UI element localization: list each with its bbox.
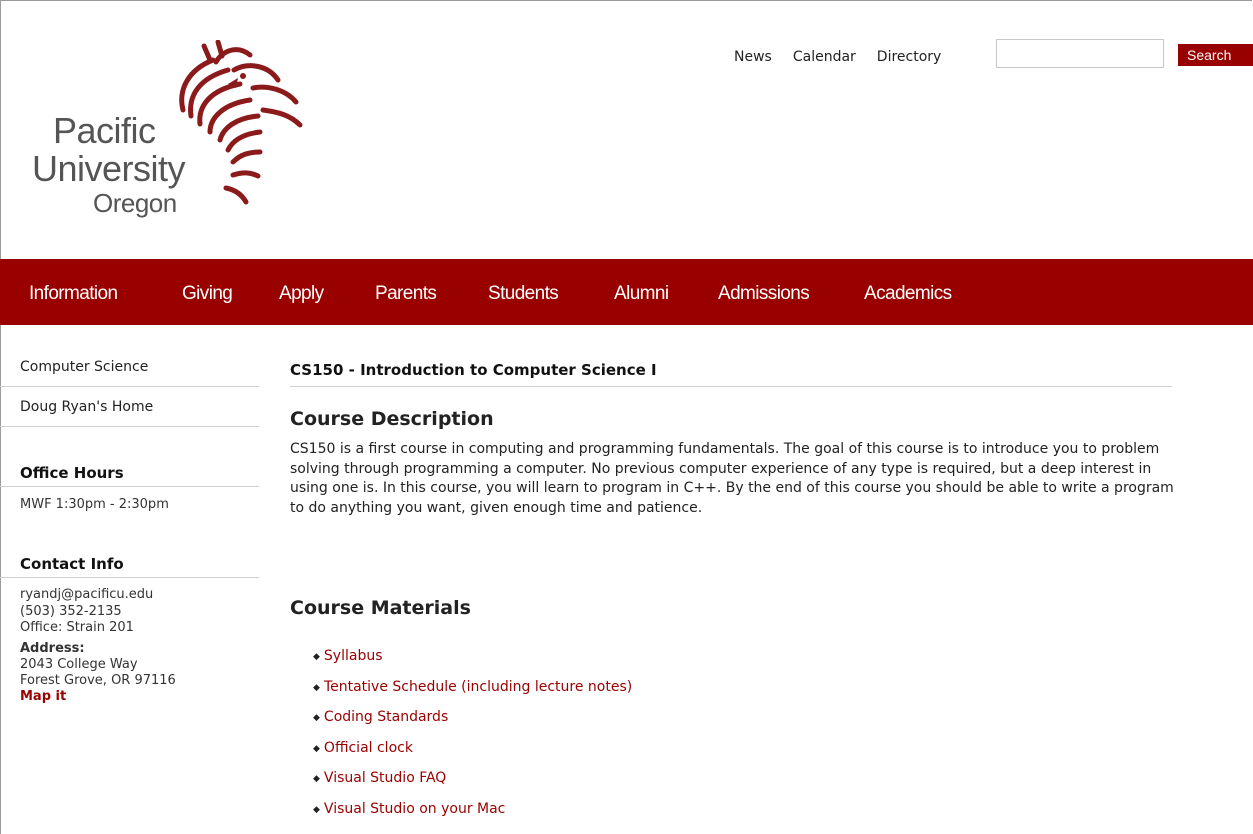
main-nav: Information Giving Apply Parents Student… bbox=[0, 259, 1253, 325]
bullet-icon: ◆ bbox=[313, 713, 320, 723]
page-title: CS150 - Introduction to Computer Science… bbox=[290, 361, 1172, 387]
list-item: ◆ Tentative Schedule (including lecture n… bbox=[313, 679, 632, 710]
sidebar-item-computer-science[interactable]: Computer Science bbox=[0, 349, 259, 387]
list-item: ◆ Official clock bbox=[313, 740, 632, 771]
office-hours-text: MWF 1:30pm - 2:30pm bbox=[20, 497, 169, 512]
official-clock-link[interactable]: Official clock bbox=[324, 740, 413, 756]
bullet-icon: ◆ bbox=[313, 774, 320, 784]
nav-item-academics[interactable]: Academics bbox=[864, 283, 952, 305]
course-description-heading: Course Description bbox=[290, 408, 494, 430]
address-label: Address: bbox=[20, 641, 85, 656]
visual-studio-faq-link[interactable]: Visual Studio FAQ bbox=[324, 770, 446, 786]
tentative-schedule-link[interactable]: Tentative Schedule (including lecture no… bbox=[324, 679, 632, 695]
calendar-link[interactable]: Calendar bbox=[793, 49, 856, 65]
logo-text-oregon: Oregon bbox=[93, 188, 177, 218]
nav-item-admissions[interactable]: Admissions bbox=[718, 283, 810, 305]
coding-standards-link[interactable]: Coding Standards bbox=[324, 709, 448, 725]
university-logo[interactable]: Pacific University Oregon bbox=[28, 40, 308, 220]
list-item: ◆ Syllabus bbox=[313, 648, 632, 679]
bullet-icon: ◆ bbox=[313, 743, 320, 754]
address-line1: 2043 College Way bbox=[20, 657, 138, 672]
logo-text-university: University bbox=[32, 148, 186, 189]
nav-item-alumni[interactable]: Alumni bbox=[614, 283, 669, 305]
bullet-icon: ◆ bbox=[313, 682, 320, 693]
bullet-icon: ◆ bbox=[313, 804, 320, 815]
syllabus-link[interactable]: Syllabus bbox=[324, 648, 383, 664]
list-item: ◆ Visual Studio FAQ bbox=[313, 770, 632, 801]
directory-link[interactable]: Directory bbox=[877, 49, 942, 65]
course-materials-heading: Course Materials bbox=[290, 597, 471, 619]
list-item: ◆ Coding Standards bbox=[313, 709, 632, 740]
nav-item-apply[interactable]: Apply bbox=[279, 283, 324, 305]
contact-office: Office: Strain 201 bbox=[20, 620, 134, 635]
map-it-link[interactable]: Map it bbox=[20, 689, 66, 704]
contact-info-heading: Contact Info bbox=[0, 551, 259, 578]
sidebar-item-doug-ryans-home[interactable]: Doug Ryan's Home bbox=[0, 387, 259, 427]
contact-phone: (503) 352-2135 bbox=[20, 604, 122, 619]
contact-email: ryandj@pacificu.edu bbox=[20, 587, 154, 602]
nav-item-parents[interactable]: Parents bbox=[375, 283, 437, 305]
news-link[interactable]: News bbox=[734, 49, 772, 65]
nav-item-students[interactable]: Students bbox=[488, 283, 559, 305]
header: Pacific University Oregon News Calendar … bbox=[0, 0, 1253, 259]
utility-links: News Calendar Directory bbox=[734, 47, 941, 67]
visual-studio-mac-link[interactable]: Visual Studio on your Mac bbox=[324, 801, 505, 817]
nav-item-giving[interactable]: Giving bbox=[182, 283, 233, 305]
course-description-text: CS150 is a first course in computing and… bbox=[290, 441, 1174, 516]
list-item: ◆ Visual Studio on your Mac bbox=[313, 801, 632, 832]
address-line2: Forest Grove, OR 97116 bbox=[20, 673, 176, 688]
office-hours-heading: Office Hours bbox=[0, 460, 259, 487]
logo-text-pacific: Pacific bbox=[53, 110, 156, 151]
course-materials-list: ◆ Syllabus ◆ Tentative Schedule (including… bbox=[313, 648, 632, 831]
search-button[interactable]: Search bbox=[1178, 44, 1253, 66]
search-input[interactable] bbox=[996, 39, 1164, 68]
bullet-icon: ◆ bbox=[313, 652, 320, 662]
nav-item-information[interactable]: Information bbox=[29, 283, 118, 305]
